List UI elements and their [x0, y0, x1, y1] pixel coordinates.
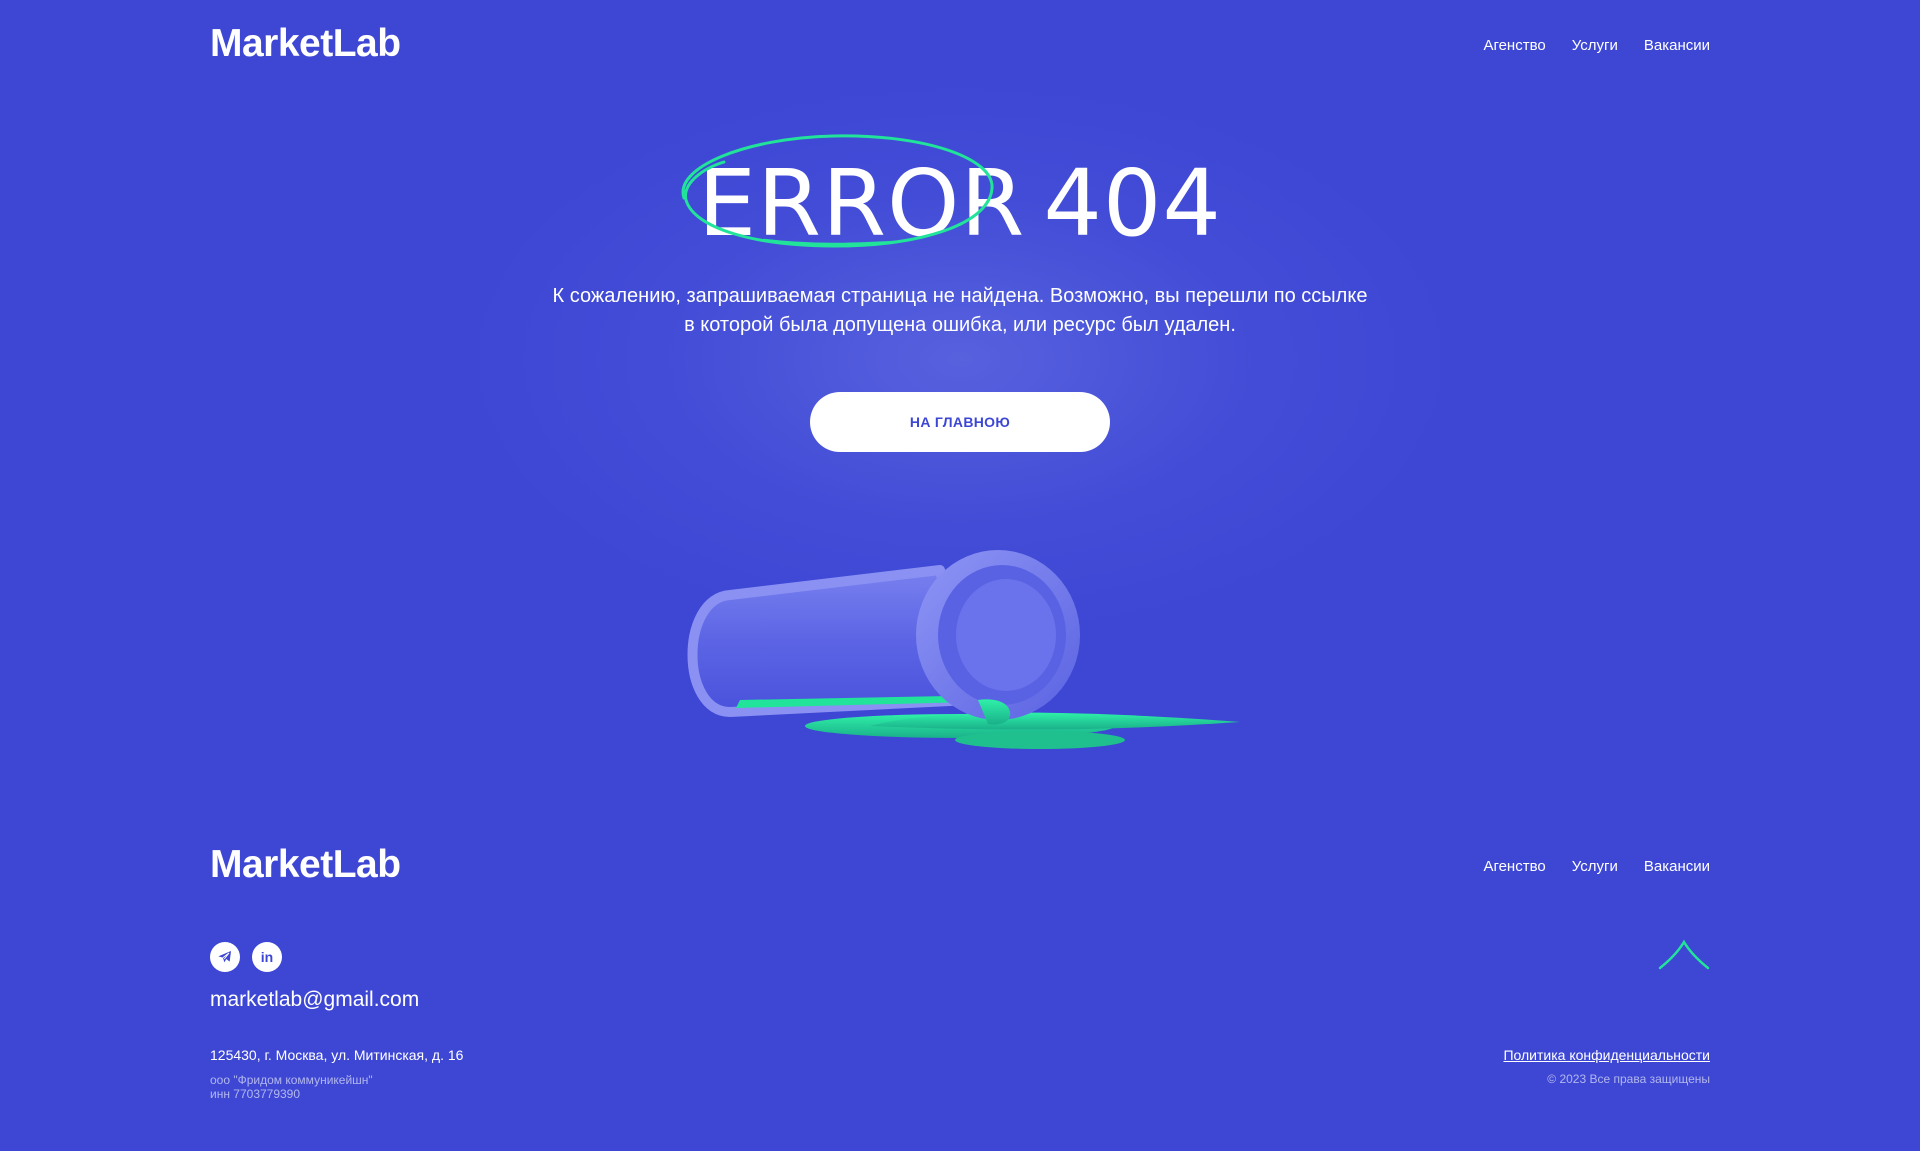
scroll-to-top-arrow-icon[interactable]: [1656, 938, 1712, 1018]
error-word-wrapper: ERROR: [681, 134, 1025, 257]
error-code: 404: [1043, 150, 1222, 257]
footer-nav-item-vacancies[interactable]: Вакансии: [1644, 858, 1710, 875]
nav-item-agency[interactable]: Агенство: [1483, 37, 1545, 54]
error-description-line1: К сожалению, запрашиваемая страница не н…: [552, 285, 1368, 307]
contact-email[interactable]: marketlab@gmail.com: [210, 988, 419, 1012]
linkedin-button[interactable]: in: [252, 942, 282, 972]
linkedin-icon: in: [260, 949, 274, 965]
header-logo[interactable]: MarketLab: [210, 22, 401, 66]
spilled-tube-illustration: [687, 550, 1240, 749]
telegram-button[interactable]: [210, 942, 240, 972]
footer-nav: Агенство Услуги Вакансии: [1483, 858, 1710, 875]
home-button[interactable]: НА ГЛАВНОЮ: [810, 392, 1110, 452]
copyright: © 2023 Все права защищены: [1547, 1072, 1710, 1086]
nav-item-services[interactable]: Услуги: [1572, 37, 1618, 54]
footer-logo[interactable]: MarketLab: [210, 843, 401, 887]
footer-nav-item-services[interactable]: Услуги: [1572, 858, 1618, 875]
nav-item-vacancies[interactable]: Вакансии: [1644, 37, 1710, 54]
company-inn: инн 7703779390: [210, 1087, 301, 1101]
error-description-line2: в которой была допущена ошибка, или ресу…: [684, 314, 1236, 336]
error-description: К сожалению, запрашиваемая страница не н…: [0, 282, 1920, 340]
header-nav: Агенство Услуги Вакансии: [1483, 37, 1710, 54]
privacy-policy-link[interactable]: Политика конфиденциальности: [1503, 1047, 1710, 1063]
error-heading: ERROR 404: [0, 134, 1920, 257]
company-name: ооо "Фридом коммуникейшн": [210, 1073, 373, 1087]
hand-drawn-circle-icon: [681, 134, 994, 248]
footer-nav-item-agency[interactable]: Агенство: [1483, 858, 1545, 875]
address: 125430, г. Москва, ул. Митинская, д. 16: [210, 1047, 464, 1063]
telegram-icon: [218, 951, 231, 963]
